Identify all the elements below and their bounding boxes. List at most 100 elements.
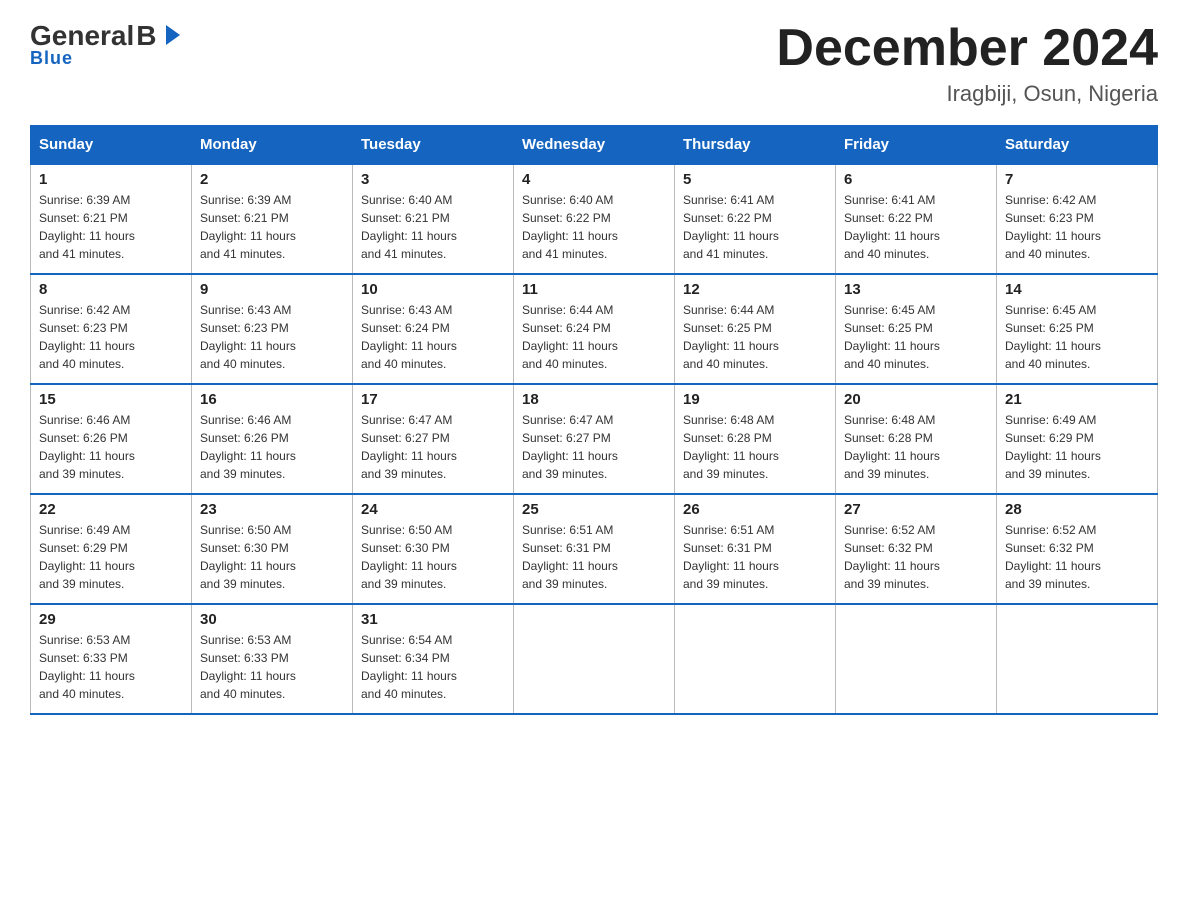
sunrise-text: Sunrise: 6:41 AM: [683, 191, 827, 209]
weekday-header-monday: Monday: [192, 126, 353, 165]
day-number: 11: [522, 281, 666, 298]
calendar-week-row: 15Sunrise: 6:46 AMSunset: 6:26 PMDayligh…: [31, 384, 1158, 494]
sunset-text: Sunset: 6:27 PM: [361, 429, 505, 447]
day-info: Sunrise: 6:49 AMSunset: 6:29 PMDaylight:…: [39, 521, 183, 593]
daylight-minutes-text: and 39 minutes.: [39, 465, 183, 483]
calendar-cell: [836, 604, 997, 714]
daylight-text: Daylight: 11 hours: [361, 447, 505, 465]
daylight-text: Daylight: 11 hours: [683, 337, 827, 355]
daylight-minutes-text: and 40 minutes.: [361, 685, 505, 703]
daylight-text: Daylight: 11 hours: [844, 557, 988, 575]
logo-b-text: B: [136, 20, 156, 51]
sunrise-text: Sunrise: 6:54 AM: [361, 631, 505, 649]
day-info: Sunrise: 6:52 AMSunset: 6:32 PMDaylight:…: [1005, 521, 1149, 593]
weekday-header-thursday: Thursday: [675, 126, 836, 165]
day-number: 21: [1005, 391, 1149, 408]
calendar-cell: 4Sunrise: 6:40 AMSunset: 6:22 PMDaylight…: [514, 164, 675, 274]
sunset-text: Sunset: 6:29 PM: [1005, 429, 1149, 447]
day-info: Sunrise: 6:44 AMSunset: 6:24 PMDaylight:…: [522, 301, 666, 373]
daylight-text: Daylight: 11 hours: [683, 447, 827, 465]
sunset-text: Sunset: 6:21 PM: [361, 209, 505, 227]
daylight-text: Daylight: 11 hours: [1005, 447, 1149, 465]
daylight-minutes-text: and 40 minutes.: [200, 355, 344, 373]
sunrise-text: Sunrise: 6:49 AM: [1005, 411, 1149, 429]
daylight-text: Daylight: 11 hours: [200, 337, 344, 355]
sunset-text: Sunset: 6:21 PM: [39, 209, 183, 227]
day-number: 15: [39, 391, 183, 408]
day-info: Sunrise: 6:39 AMSunset: 6:21 PMDaylight:…: [200, 191, 344, 263]
daylight-text: Daylight: 11 hours: [522, 447, 666, 465]
sunset-text: Sunset: 6:33 PM: [39, 649, 183, 667]
sunrise-text: Sunrise: 6:40 AM: [522, 191, 666, 209]
day-info: Sunrise: 6:53 AMSunset: 6:33 PMDaylight:…: [200, 631, 344, 703]
daylight-minutes-text: and 39 minutes.: [522, 465, 666, 483]
sunrise-text: Sunrise: 6:39 AM: [200, 191, 344, 209]
daylight-text: Daylight: 11 hours: [361, 337, 505, 355]
daylight-minutes-text: and 41 minutes.: [39, 245, 183, 263]
calendar-cell: 19Sunrise: 6:48 AMSunset: 6:28 PMDayligh…: [675, 384, 836, 494]
day-number: 26: [683, 501, 827, 518]
sunset-text: Sunset: 6:22 PM: [844, 209, 988, 227]
daylight-minutes-text: and 39 minutes.: [844, 575, 988, 593]
sunset-text: Sunset: 6:30 PM: [361, 539, 505, 557]
day-number: 10: [361, 281, 505, 298]
day-info: Sunrise: 6:50 AMSunset: 6:30 PMDaylight:…: [361, 521, 505, 593]
day-info: Sunrise: 6:41 AMSunset: 6:22 PMDaylight:…: [683, 191, 827, 263]
day-info: Sunrise: 6:46 AMSunset: 6:26 PMDaylight:…: [39, 411, 183, 483]
daylight-text: Daylight: 11 hours: [522, 557, 666, 575]
daylight-text: Daylight: 11 hours: [200, 227, 344, 245]
calendar-cell: 30Sunrise: 6:53 AMSunset: 6:33 PMDayligh…: [192, 604, 353, 714]
day-number: 3: [361, 171, 505, 188]
daylight-text: Daylight: 11 hours: [200, 667, 344, 685]
sunset-text: Sunset: 6:25 PM: [683, 319, 827, 337]
calendar-cell: 12Sunrise: 6:44 AMSunset: 6:25 PMDayligh…: [675, 274, 836, 384]
daylight-minutes-text: and 39 minutes.: [683, 575, 827, 593]
daylight-minutes-text: and 40 minutes.: [361, 355, 505, 373]
day-number: 27: [844, 501, 988, 518]
daylight-minutes-text: and 39 minutes.: [844, 465, 988, 483]
daylight-minutes-text: and 40 minutes.: [683, 355, 827, 373]
daylight-text: Daylight: 11 hours: [39, 337, 183, 355]
calendar-cell: 10Sunrise: 6:43 AMSunset: 6:24 PMDayligh…: [353, 274, 514, 384]
sunset-text: Sunset: 6:23 PM: [39, 319, 183, 337]
sunrise-text: Sunrise: 6:46 AM: [200, 411, 344, 429]
daylight-minutes-text: and 40 minutes.: [844, 245, 988, 263]
page-header: General B Blue December 2024 Iragbiji, O…: [30, 20, 1158, 107]
calendar-cell: 26Sunrise: 6:51 AMSunset: 6:31 PMDayligh…: [675, 494, 836, 604]
sunset-text: Sunset: 6:23 PM: [200, 319, 344, 337]
daylight-minutes-text: and 39 minutes.: [361, 465, 505, 483]
sunset-text: Sunset: 6:28 PM: [683, 429, 827, 447]
day-number: 14: [1005, 281, 1149, 298]
day-info: Sunrise: 6:42 AMSunset: 6:23 PMDaylight:…: [1005, 191, 1149, 263]
sunrise-text: Sunrise: 6:53 AM: [39, 631, 183, 649]
sunset-text: Sunset: 6:27 PM: [522, 429, 666, 447]
day-info: Sunrise: 6:40 AMSunset: 6:22 PMDaylight:…: [522, 191, 666, 263]
calendar-week-row: 29Sunrise: 6:53 AMSunset: 6:33 PMDayligh…: [31, 604, 1158, 714]
daylight-text: Daylight: 11 hours: [522, 337, 666, 355]
calendar-cell: 5 Sunrise: 6:41 AMSunset: 6:22 PMDaylight…: [675, 164, 836, 274]
day-info: Sunrise: 6:48 AMSunset: 6:28 PMDaylight:…: [844, 411, 988, 483]
sunrise-text: Sunrise: 6:52 AM: [844, 521, 988, 539]
calendar-cell: 2Sunrise: 6:39 AMSunset: 6:21 PMDaylight…: [192, 164, 353, 274]
day-number: 5: [683, 171, 827, 188]
calendar-title: December 2024: [776, 20, 1158, 77]
day-number: 23: [200, 501, 344, 518]
sunrise-text: Sunrise: 6:50 AM: [200, 521, 344, 539]
calendar-cell: 3Sunrise: 6:40 AMSunset: 6:21 PMDaylight…: [353, 164, 514, 274]
day-info: Sunrise: 6:45 AMSunset: 6:25 PMDaylight:…: [844, 301, 988, 373]
day-info: Sunrise: 6:50 AMSunset: 6:30 PMDaylight:…: [200, 521, 344, 593]
sunset-text: Sunset: 6:24 PM: [361, 319, 505, 337]
day-number: 9: [200, 281, 344, 298]
sunset-text: Sunset: 6:32 PM: [844, 539, 988, 557]
calendar-cell: 9Sunrise: 6:43 AMSunset: 6:23 PMDaylight…: [192, 274, 353, 384]
day-info: Sunrise: 6:47 AMSunset: 6:27 PMDaylight:…: [361, 411, 505, 483]
daylight-text: Daylight: 11 hours: [522, 227, 666, 245]
weekday-header-tuesday: Tuesday: [353, 126, 514, 165]
daylight-minutes-text: and 41 minutes.: [361, 245, 505, 263]
sunrise-text: Sunrise: 6:44 AM: [522, 301, 666, 319]
sunset-text: Sunset: 6:26 PM: [39, 429, 183, 447]
title-block: December 2024 Iragbiji, Osun, Nigeria: [776, 20, 1158, 107]
day-info: Sunrise: 6:42 AMSunset: 6:23 PMDaylight:…: [39, 301, 183, 373]
logo: General B Blue: [30, 20, 180, 69]
sunrise-text: Sunrise: 6:41 AM: [844, 191, 988, 209]
